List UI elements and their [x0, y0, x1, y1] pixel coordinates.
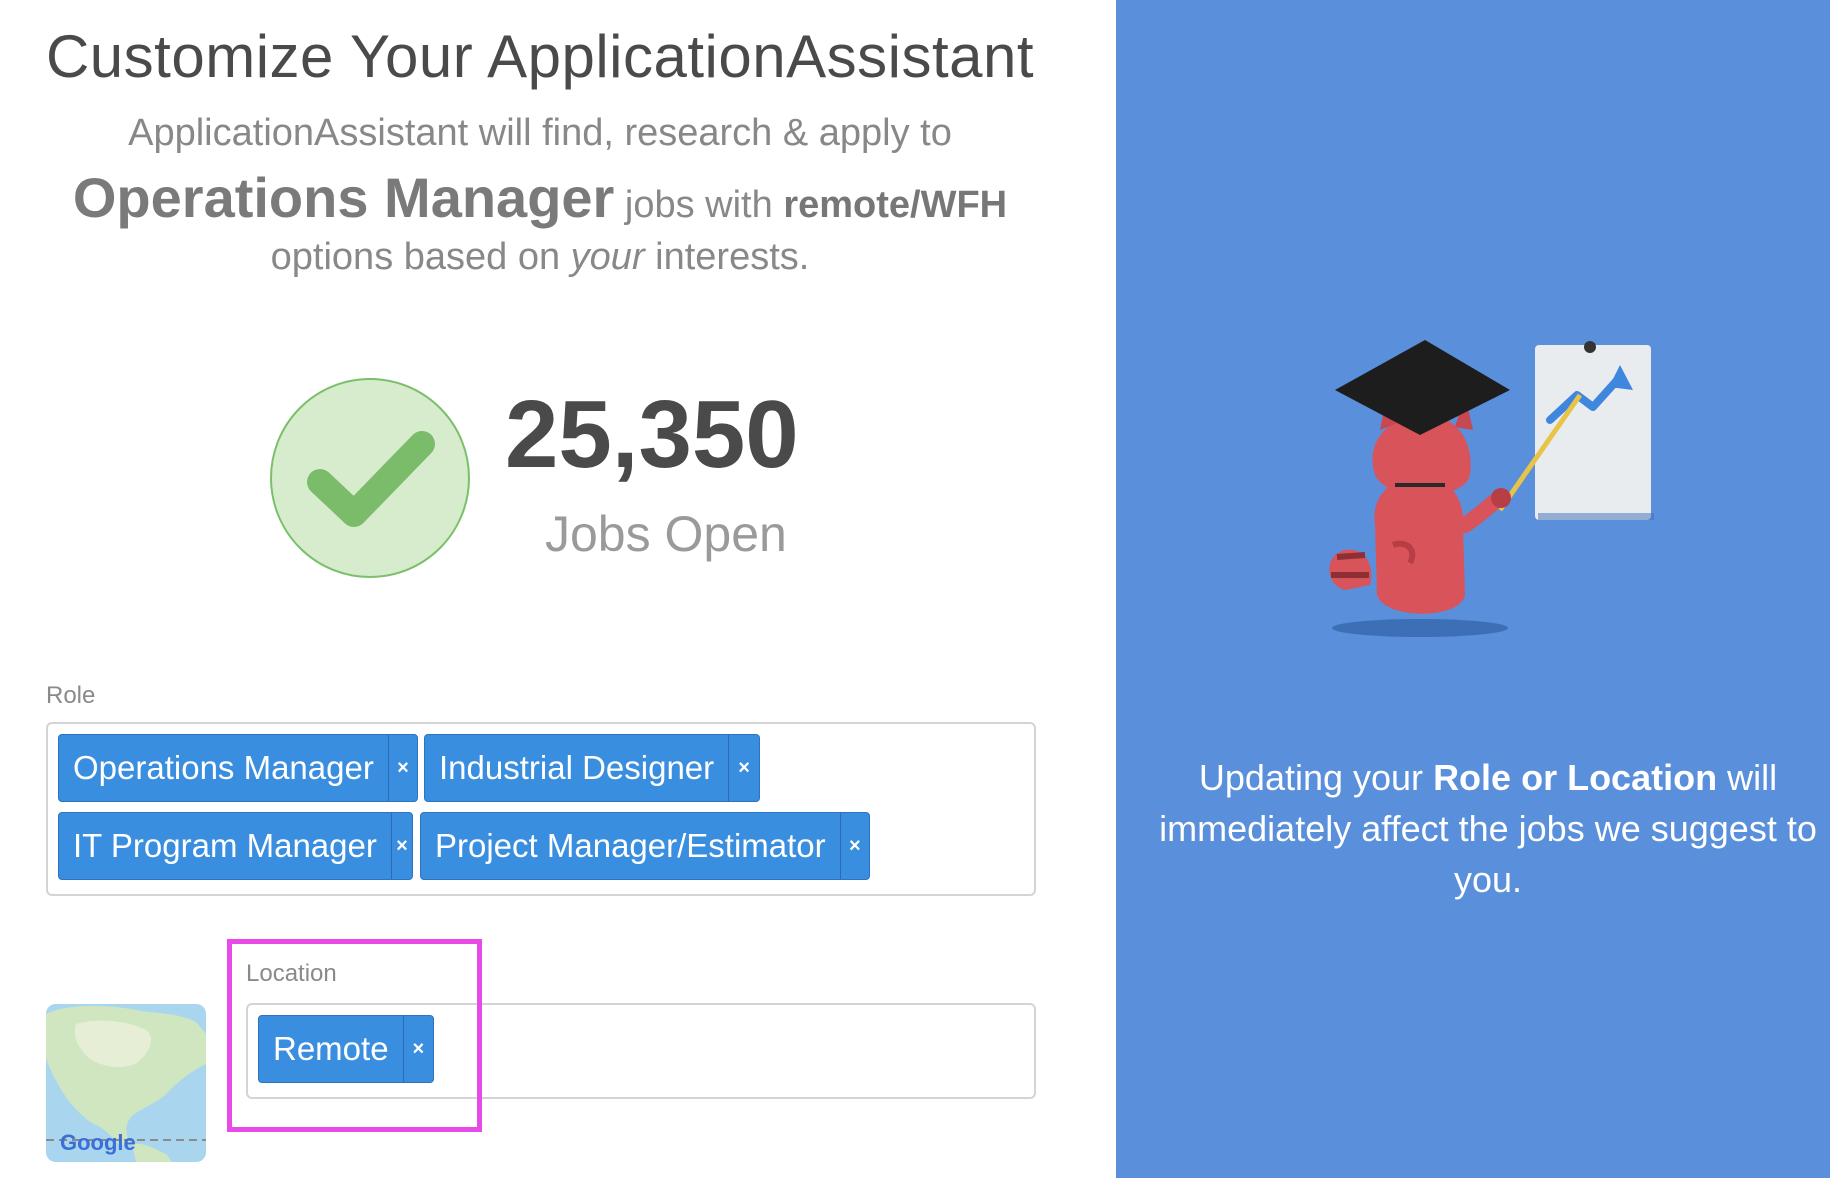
role-tag-label: Industrial Designer: [439, 749, 715, 786]
target-role: Operations Manager: [72, 166, 615, 229]
remove-tag-icon[interactable]: ×: [390, 813, 412, 879]
map-thumbnail[interactable]: Google: [46, 1004, 206, 1162]
role-tag[interactable]: Industrial Designer ×: [424, 734, 760, 802]
remove-tag-icon[interactable]: ×: [387, 735, 417, 801]
role-tag[interactable]: Operations Manager ×: [58, 734, 418, 802]
location-highlight: [227, 939, 482, 1132]
subtitle-line-3: options based on your interests.: [270, 236, 810, 278]
role-tag[interactable]: Project Manager/Estimator ×: [420, 812, 870, 880]
checkmark-icon: [307, 431, 435, 527]
role-or-location-emphasis: Role or Location: [1433, 757, 1718, 798]
work-mode: remote/WFH: [783, 184, 1008, 226]
page-title: Customize Your ApplicationAssistant: [45, 23, 1035, 90]
customize-panel: Customize Your ApplicationAssistant Appl…: [0, 0, 1116, 1178]
role-input[interactable]: Operations Manager × Industrial Designer…: [46, 722, 1036, 896]
role-tag-label: Operations Manager: [73, 749, 374, 786]
role-tag-label: Project Manager/Estimator: [435, 827, 826, 864]
jobs-label: Jobs Open: [545, 506, 787, 562]
mascot-illustration: [1329, 340, 1654, 637]
role-label: Role: [46, 682, 96, 709]
google-logo: Google: [60, 1130, 136, 1155]
remove-tag-icon[interactable]: ×: [728, 735, 759, 801]
subtitle-line-2: Operations Manager jobs with remote/WFH: [0, 165, 1080, 230]
role-tag-label: IT Program Manager: [73, 827, 377, 864]
info-text: Updating your Role or Location will imme…: [1159, 757, 1817, 900]
role-tag[interactable]: IT Program Manager ×: [58, 812, 413, 880]
check-circle-icon: [270, 378, 470, 578]
remove-tag-icon[interactable]: ×: [839, 813, 869, 879]
jobs-with-text: jobs with: [624, 184, 773, 226]
jobs-count: 25,350: [505, 381, 799, 488]
subtitle-line-1: ApplicationAssistant will find, research…: [128, 112, 952, 154]
